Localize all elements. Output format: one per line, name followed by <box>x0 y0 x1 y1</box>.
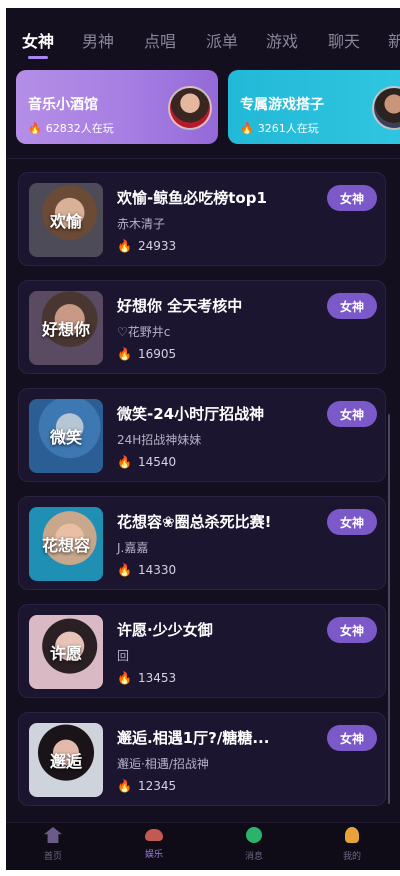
category-tabs: 女神 男神 点唱 派单 游戏 聊天 新 <box>6 28 400 68</box>
room-card[interactable]: 好想你 好想你 全天考核中 ♡花野井c 🔥 16905 女神 <box>18 280 386 374</box>
flame-icon: 🔥 <box>28 122 42 135</box>
flame-icon: 🔥 <box>117 455 132 469</box>
room-thumbnail: 许愿 <box>29 615 103 689</box>
tab-games[interactable]: 游戏 <box>266 28 298 52</box>
goddess-badge[interactable]: 女神 <box>327 293 377 319</box>
flame-icon: 🔥 <box>117 239 132 253</box>
banner-player-count: 🔥 62832人在玩 <box>28 122 114 135</box>
entertainment-icon <box>145 829 163 841</box>
flame-icon: 🔥 <box>117 779 132 793</box>
banner-music-bar[interactable]: 音乐小酒馆 🔥 62832人在玩 <box>16 70 218 144</box>
room-title: 邂逅.相遇1厅?/糖糖... <box>117 729 270 747</box>
room-title: 微笑-24小时厅招战神 <box>117 405 265 423</box>
tab-goddess[interactable]: 女神 <box>22 28 54 52</box>
goddess-badge[interactable]: 女神 <box>327 725 377 751</box>
goddess-badge[interactable]: 女神 <box>327 509 377 535</box>
flame-icon: 🔥 <box>117 563 132 577</box>
tab-chat[interactable]: 聊天 <box>328 28 360 52</box>
avatar <box>372 86 400 130</box>
tab-dispatch[interactable]: 派单 <box>206 28 238 52</box>
room-thumbnail: 欢愉 <box>29 183 103 257</box>
scrollbar[interactable] <box>388 414 390 804</box>
nav-entertainment[interactable]: 娱乐 <box>124 827 184 860</box>
divider <box>6 158 400 159</box>
room-popularity: 🔥 16905 <box>117 347 177 361</box>
profile-icon <box>345 827 359 843</box>
room-card[interactable]: 花想容 花想容❀圈总杀死比赛! J.嘉嘉 🔥 14330 女神 <box>18 496 386 590</box>
tab-song-request[interactable]: 点唱 <box>144 28 176 52</box>
room-host: 24H招战神妹妹 <box>117 433 202 447</box>
banner-title: 音乐小酒馆 <box>28 97 98 113</box>
room-popularity: 🔥 24933 <box>117 239 177 253</box>
room-thumbnail: 花想容 <box>29 507 103 581</box>
room-popularity: 🔥 12345 <box>117 779 177 793</box>
room-card[interactable]: 邂逅 邂逅.相遇1厅?/糖糖... 邂逅·相遇/招战神 🔥 12345 女神 <box>18 712 386 806</box>
room-thumbnail: 微笑 <box>29 399 103 473</box>
avatar <box>168 86 212 130</box>
nav-home[interactable]: 首页 <box>23 827 83 862</box>
tab-god[interactable]: 男神 <box>82 28 114 52</box>
room-popularity: 🔥 13453 <box>117 671 177 685</box>
room-title: 许愿·少少女御 <box>117 621 213 639</box>
active-tab-indicator <box>28 56 48 59</box>
goddess-badge[interactable]: 女神 <box>327 617 377 643</box>
flame-icon: 🔥 <box>240 122 254 135</box>
room-title: 好想你 全天考核中 <box>117 297 243 315</box>
bottom-nav: 首页 娱乐 消息 我的 <box>6 822 400 870</box>
room-host: 邂逅·相遇/招战神 <box>117 757 209 771</box>
room-thumbnail: 好想你 <box>29 291 103 365</box>
banner-game-partner[interactable]: 专属游戏搭子 🔥 3261人在玩 <box>228 70 400 144</box>
banner-title: 专属游戏搭子 <box>240 97 324 113</box>
room-card[interactable]: 欢愉 欢愉-鲸鱼必吃榜top1 赤木清子 🔥 24933 女神 <box>18 172 386 266</box>
flame-icon: 🔥 <box>117 671 132 685</box>
room-card[interactable]: 微笑 微笑-24小时厅招战神 24H招战神妹妹 🔥 14540 女神 <box>18 388 386 482</box>
nav-messages[interactable]: 消息 <box>224 827 284 862</box>
room-thumbnail: 邂逅 <box>29 723 103 797</box>
message-icon <box>246 827 262 843</box>
goddess-badge[interactable]: 女神 <box>327 185 377 211</box>
room-popularity: 🔥 14540 <box>117 455 177 469</box>
banner-player-count: 🔥 3261人在玩 <box>240 122 319 135</box>
flame-icon: 🔥 <box>117 347 132 361</box>
room-host: 赤木清子 <box>117 217 166 231</box>
home-icon <box>44 827 62 843</box>
room-host: J.嘉嘉 <box>117 541 149 555</box>
room-title: 欢愉-鲸鱼必吃榜top1 <box>117 189 267 207</box>
nav-me[interactable]: 我的 <box>322 827 382 862</box>
app-screen: 女神 男神 点唱 派单 游戏 聊天 新 音乐小酒馆 🔥 62832人在玩 专属游戏… <box>6 8 400 870</box>
room-host: 回 <box>117 649 130 663</box>
room-card[interactable]: 许愿 许愿·少少女御 回 🔥 13453 女神 <box>18 604 386 698</box>
room-popularity: 🔥 14330 <box>117 563 177 577</box>
room-host: ♡花野井c <box>117 325 171 339</box>
goddess-badge[interactable]: 女神 <box>327 401 377 427</box>
room-title: 花想容❀圈总杀死比赛! <box>117 513 272 531</box>
tab-new[interactable]: 新 <box>388 28 400 52</box>
